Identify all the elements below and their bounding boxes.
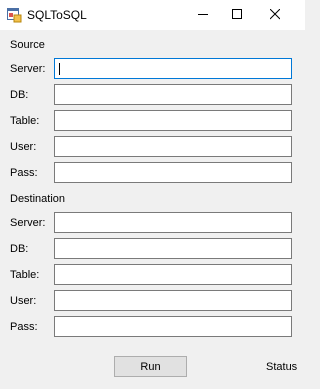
destination-user-label: User: bbox=[10, 295, 37, 307]
destination-server-input[interactable] bbox=[54, 212, 292, 233]
destination-db-input[interactable] bbox=[54, 238, 292, 259]
window-title: SQLToSQL bbox=[27, 8, 87, 22]
form-body: Source Server: DB: Table: User: Pass: De… bbox=[0, 30, 305, 389]
destination-heading: Destination bbox=[10, 193, 66, 205]
destination-pass-input[interactable] bbox=[54, 316, 292, 337]
destination-server-label: Server: bbox=[10, 217, 46, 229]
destination-pass-label: Pass: bbox=[10, 321, 38, 333]
destination-table-label: Table: bbox=[10, 269, 40, 281]
run-button[interactable]: Run bbox=[114, 356, 187, 377]
destination-db-label: DB: bbox=[10, 243, 29, 255]
close-button[interactable] bbox=[258, 0, 292, 30]
destination-table-input[interactable] bbox=[54, 264, 292, 285]
source-user-label: User: bbox=[10, 141, 37, 153]
source-user-input[interactable] bbox=[54, 136, 292, 157]
source-heading: Source bbox=[10, 39, 45, 51]
app-form-icon[interactable] bbox=[6, 7, 22, 23]
minimize-icon bbox=[198, 14, 208, 15]
text-caret bbox=[59, 63, 60, 75]
source-pass-input[interactable] bbox=[54, 162, 292, 183]
source-db-label: DB: bbox=[10, 89, 29, 101]
source-server-input[interactable] bbox=[54, 58, 292, 79]
source-table-label: Table: bbox=[10, 115, 40, 127]
source-server-label: Server: bbox=[10, 63, 46, 75]
maximize-icon bbox=[232, 9, 242, 19]
destination-user-input[interactable] bbox=[54, 290, 292, 311]
source-pass-label: Pass: bbox=[10, 167, 38, 179]
maximize-button[interactable] bbox=[220, 0, 254, 30]
minimize-button[interactable] bbox=[186, 0, 220, 30]
source-db-input[interactable] bbox=[54, 84, 292, 105]
close-icon bbox=[270, 9, 280, 20]
source-table-input[interactable] bbox=[54, 110, 292, 131]
title-bar[interactable]: SQLToSQL bbox=[0, 0, 305, 30]
status-label: Status bbox=[266, 361, 298, 373]
